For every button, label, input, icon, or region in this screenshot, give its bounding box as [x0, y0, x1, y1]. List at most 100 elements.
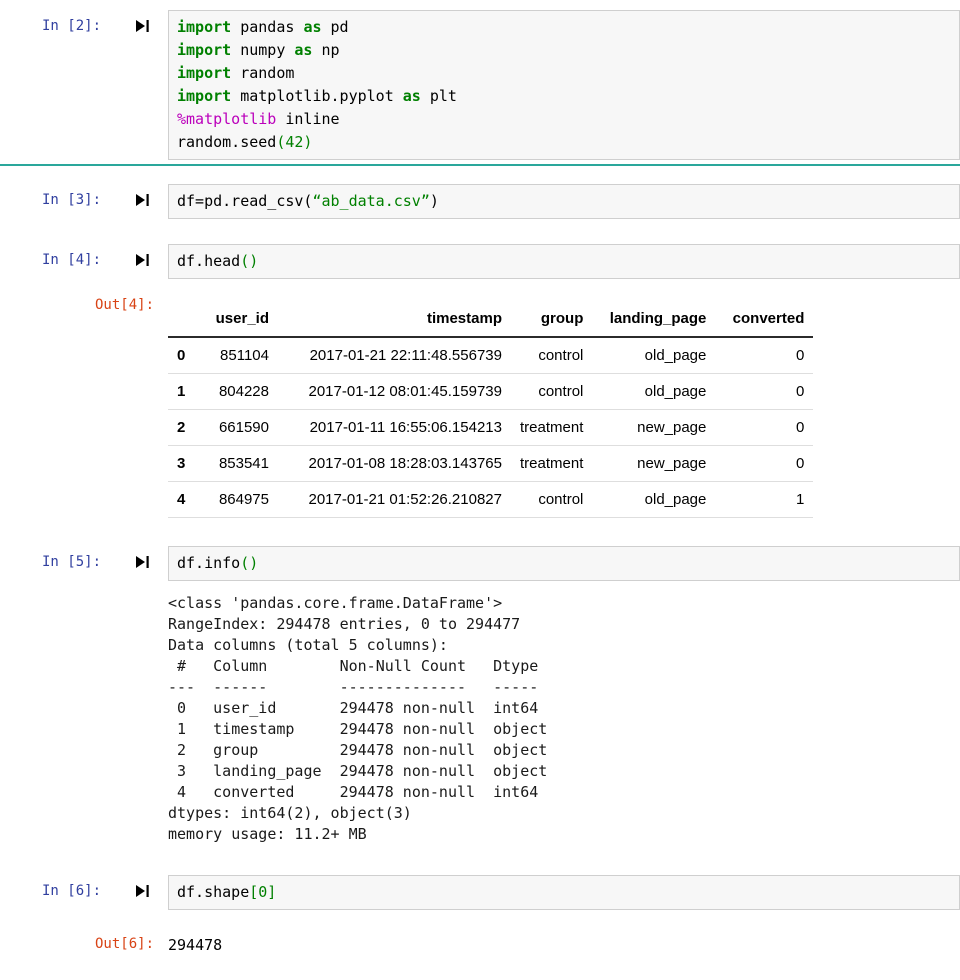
row-index: 3 — [168, 445, 198, 482]
row-index: 1 — [168, 373, 198, 410]
dataframe-table: user_id timestamp group landing_page convert… — [168, 301, 814, 518]
prompt-area: Out[4]: — [0, 289, 168, 313]
run-cell-icon[interactable] — [135, 253, 150, 267]
run-cell-icon[interactable] — [135, 19, 150, 33]
code-input[interactable]: df=pd.read_csv(“ab_data.csv”) — [168, 184, 960, 219]
prompt-area: In [5]: — [0, 546, 168, 570]
table-row: 0 851104 2017-01-21 22:11:48.556739 control… — [168, 337, 814, 374]
table-cell: 2017-01-21 22:11:48.556739 — [278, 337, 511, 374]
input-prompt: In [3]: — [42, 192, 102, 208]
code-token: “ab_data.csv” — [312, 192, 430, 210]
table-row: 3 853541 2017-01-08 18:28:03.143765 treatme… — [168, 445, 814, 482]
code-token: [0] — [249, 883, 277, 901]
code-token: random.seed — [177, 133, 277, 151]
run-cell-icon[interactable] — [135, 193, 150, 207]
row-index: 4 — [168, 481, 198, 518]
column-header: group — [511, 301, 593, 338]
cell-output-text: <class 'pandas.core.frame.DataFrame'> Ra… — [168, 594, 548, 843]
code-content: df=pd.read_csv(“ab_data.csv”) — [177, 190, 951, 213]
notebook: In [2]: import pandas as pd import numpy… — [0, 10, 960, 955]
table-cell: treatment — [511, 445, 593, 482]
code-token: pandas — [231, 18, 304, 36]
code-input[interactable]: import pandas as pd import numpy as np i… — [168, 10, 960, 160]
row-index: 0 — [168, 337, 198, 374]
output-prompt: Out[4]: — [95, 297, 155, 313]
table-cell: 864975 — [198, 481, 278, 518]
input-prompt: In [4]: — [42, 252, 102, 268]
prompt-area: Out[6]: — [0, 928, 168, 952]
code-content: df.info() — [177, 552, 951, 575]
code-content: df.shape[0] — [177, 881, 951, 904]
table-row: 4 864975 2017-01-21 01:52:26.210827 control… — [168, 481, 814, 518]
table-cell: 2017-01-12 08:01:45.159739 — [278, 373, 511, 410]
code-cell-6: In [6]: df.shape[0] — [0, 875, 960, 910]
code-token: () — [240, 252, 259, 270]
code-token: ) — [429, 192, 439, 210]
run-cell-icon[interactable] — [135, 884, 150, 898]
table-cell: 2017-01-21 01:52:26.210827 — [278, 481, 511, 518]
code-input[interactable]: df.head() — [168, 244, 960, 279]
code-token: () — [240, 554, 259, 572]
code-cell-4: In [4]: df.head() — [0, 244, 960, 279]
code-token: inline — [276, 110, 340, 128]
code-token: %matplotlib — [177, 110, 277, 128]
table-cell: old_page — [592, 481, 716, 518]
code-cell-2: In [2]: import pandas as pd import numpy… — [0, 10, 960, 160]
table-cell: old_page — [592, 337, 716, 374]
table-cell: 851104 — [198, 337, 278, 374]
code-cell-5: In [5]: df.info() — [0, 546, 960, 581]
table-row: 1 804228 2017-01-12 08:01:45.159739 control… — [168, 373, 814, 410]
column-header: timestamp — [278, 301, 511, 338]
table-cell: old_page — [592, 373, 716, 410]
table-cell: 853541 — [198, 445, 278, 482]
code-token: import — [177, 64, 232, 82]
output-content: 294478 — [168, 928, 960, 955]
code-token: df.shape — [177, 883, 250, 901]
table-cell: control — [511, 337, 593, 374]
output-area-4: Out[4]: user_id timestamp group landing_pag… — [0, 289, 960, 518]
code-token: df.head — [177, 252, 241, 270]
code-token: df.info — [177, 554, 241, 572]
prompt-area: In [3]: — [0, 184, 168, 208]
code-token: import — [177, 41, 232, 59]
code-token: pd — [321, 18, 349, 36]
code-input[interactable]: df.info() — [168, 546, 960, 581]
code-token: random — [231, 64, 295, 82]
code-token: as — [294, 41, 313, 59]
table-row: 2 661590 2017-01-11 16:55:06.154213 treatme… — [168, 409, 814, 446]
input-prompt: In [2]: — [42, 18, 102, 34]
table-cell: 0 — [715, 337, 814, 374]
code-token: np — [312, 41, 340, 59]
selected-cell-divider — [0, 164, 960, 166]
table-cell: 0 — [715, 409, 814, 446]
output-area-6: Out[6]: 294478 — [0, 928, 960, 955]
input-prompt: In [6]: — [42, 883, 102, 899]
table-cell: 1 — [715, 481, 814, 518]
code-input[interactable]: df.shape[0] — [168, 875, 960, 910]
table-cell: 804228 — [198, 373, 278, 410]
prompt-area: In [2]: — [0, 10, 168, 34]
table-cell: new_page — [592, 409, 716, 446]
column-header: user_id — [198, 301, 278, 338]
table-cell: 2017-01-11 16:55:06.154213 — [278, 409, 511, 446]
table-cell: 661590 — [198, 409, 278, 446]
code-token: as — [402, 87, 421, 105]
code-token: matplotlib.pyplot — [231, 87, 403, 105]
code-token: df=pd.read_csv( — [177, 192, 313, 210]
code-cell-3: In [3]: df=pd.read_csv(“ab_data.csv”) — [0, 184, 960, 219]
code-content: df.head() — [177, 250, 951, 273]
output-value: 294478 — [168, 936, 223, 954]
code-token: (42) — [276, 133, 313, 151]
code-token: import — [177, 18, 232, 36]
output-content: user_id timestamp group landing_page convert… — [168, 289, 960, 518]
table-cell: 0 — [715, 445, 814, 482]
code-token: numpy — [231, 41, 295, 59]
prompt-area — [0, 593, 168, 601]
prompt-area: In [6]: — [0, 875, 168, 899]
input-prompt: In [5]: — [42, 554, 102, 570]
run-cell-icon[interactable] — [135, 555, 150, 569]
table-cell: control — [511, 481, 593, 518]
output-area-5: <class 'pandas.core.frame.DataFrame'> Ra… — [0, 593, 960, 845]
column-header: landing_page — [592, 301, 716, 338]
table-cell: control — [511, 373, 593, 410]
